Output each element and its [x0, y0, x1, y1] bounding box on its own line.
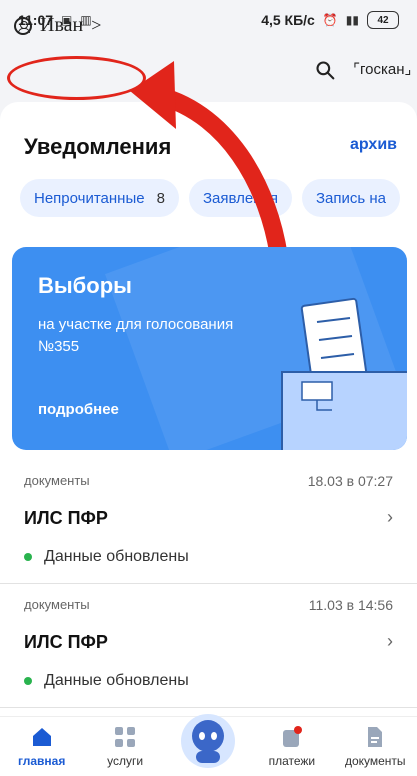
banner-title: Выборы — [38, 273, 132, 298]
document-item[interactable]: документы 18.03 в 07:27 ИЛС ПФР › Данные… — [0, 465, 417, 584]
goskan-label: госкан — [360, 61, 405, 78]
doc-category: документы — [24, 597, 90, 612]
doc-title: ИЛС ПФР — [24, 632, 108, 652]
grid-icon — [115, 727, 136, 747]
nav-robot[interactable] — [168, 713, 248, 774]
doc-title: ИЛС ПФР — [24, 508, 108, 528]
doc-date: 11.03 в 14:56 — [308, 597, 393, 613]
payments-icon — [282, 726, 302, 747]
nav-documents[interactable]: документы — [335, 725, 415, 768]
doc-status-text: Данные обновлены — [44, 548, 189, 565]
nav-home[interactable]: главная — [2, 725, 82, 768]
nav-payments[interactable]: платежи — [252, 725, 332, 768]
robot-icon — [181, 713, 236, 768]
red-arrow — [130, 61, 289, 273]
documents-icon — [368, 727, 383, 747]
document-item[interactable]: документы 11.03 в 14:56 ИЛС ПФР › Данные… — [0, 589, 417, 708]
battery-icon: 42 — [367, 11, 399, 29]
signal-icon: ▮▮ — [345, 13, 359, 27]
profile-name: Иван — [40, 14, 84, 36]
doc-status: Данные обновлены — [24, 548, 189, 566]
banner-text-line-1: на участке для голосования — [38, 316, 234, 333]
nav-label: главная — [18, 754, 66, 768]
profile-icon — [14, 16, 32, 35]
chevron-right-icon: › — [387, 631, 393, 651]
battery-level: 42 — [377, 14, 389, 26]
home-icon — [32, 728, 51, 746]
profile-button[interactable]: Иван > — [14, 14, 101, 37]
doc-category: документы — [24, 473, 90, 488]
archive-link[interactable]: архив — [350, 136, 397, 154]
banner-more-link[interactable]: подробнее — [38, 401, 119, 418]
alarm-icon: ⏰ — [322, 13, 338, 27]
chip-label: Запись на — [315, 189, 386, 207]
nav-label: платежи — [268, 754, 316, 768]
banner-text-line-2: №355 — [38, 338, 80, 355]
nav-services[interactable]: услуги — [85, 725, 165, 768]
nav-label: документы — [344, 754, 406, 768]
doc-status-text: Данные обновлены — [44, 672, 189, 689]
ballot-box-icon — [281, 297, 407, 450]
banner-text: на участке для голосования №355 — [38, 314, 233, 358]
doc-date: 18.03 в 07:27 — [307, 473, 393, 489]
status-dot-icon — [24, 677, 32, 685]
profile-chevron: > — [91, 15, 102, 35]
doc-status: Данные обновлены — [24, 672, 189, 690]
bottom-navigation: главная услуги платежи документы — [0, 713, 417, 776]
nav-label: услуги — [107, 754, 144, 768]
network-speed: 4,5 КБ/с — [261, 12, 315, 28]
chevron-right-icon: › — [387, 507, 393, 527]
status-dot-icon — [24, 553, 32, 561]
goskan-button[interactable]: ⌜госкан⌟ — [353, 60, 412, 78]
elections-banner[interactable]: Выборы на участке для голосования №355 п… — [12, 247, 407, 450]
